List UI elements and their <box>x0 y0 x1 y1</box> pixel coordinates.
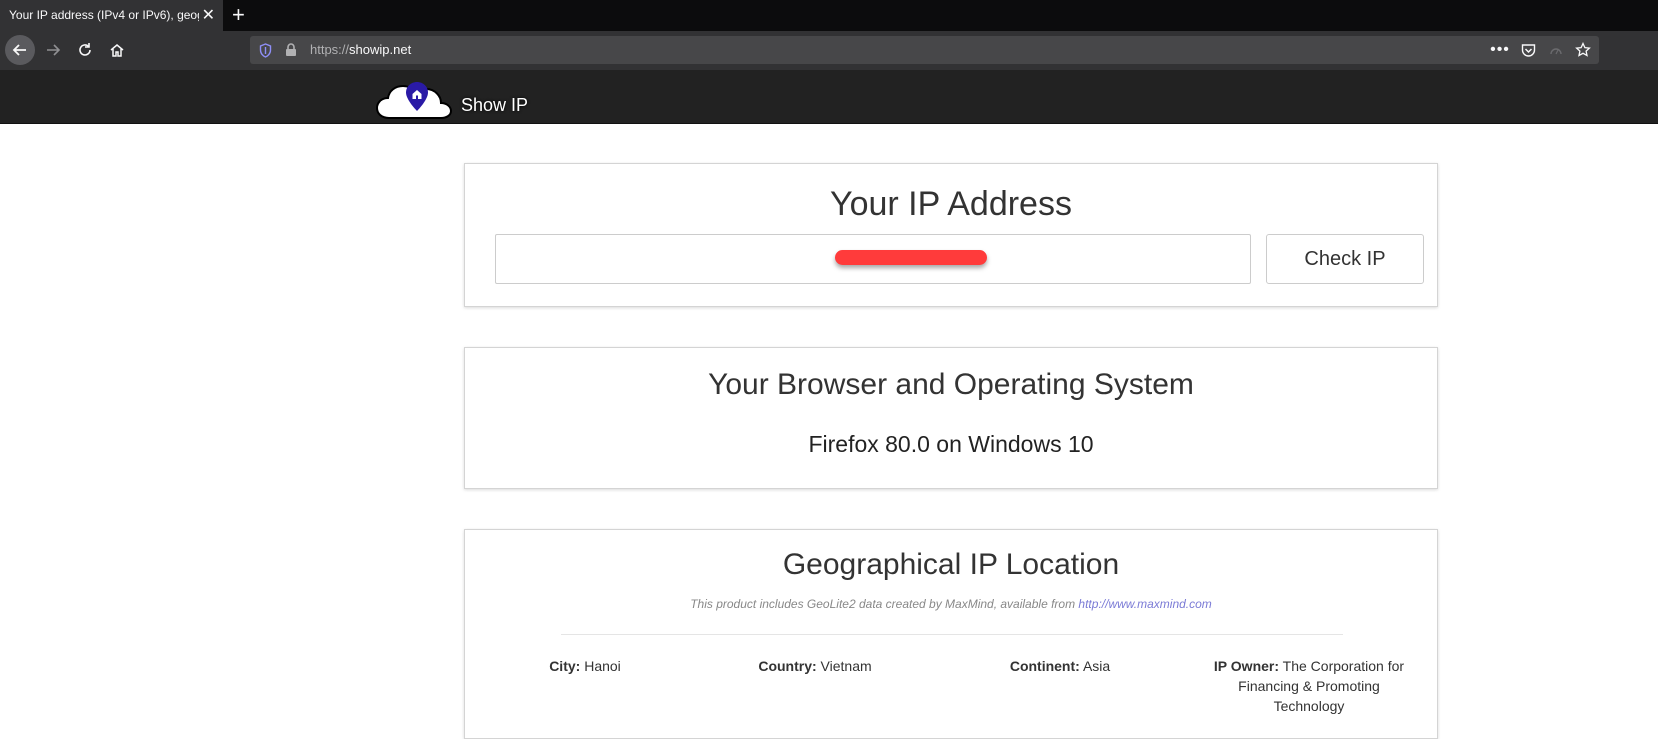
continent-label: Continent: <box>1009 658 1080 674</box>
plus-icon[interactable]: + <box>232 1 245 29</box>
lock-icon[interactable] <box>284 36 298 64</box>
ip-address-panel: Your IP Address Check IP <box>464 163 1438 307</box>
home-icon[interactable] <box>103 36 131 64</box>
close-icon[interactable]: ✕ <box>202 0 215 31</box>
city-label: City: <box>549 658 581 674</box>
country-label: Country: <box>758 658 817 674</box>
redaction-mark <box>835 250 987 265</box>
url-host: showip.net <box>349 42 412 57</box>
continent-value: Asia <box>1082 658 1111 674</box>
city-fact: City: Hanoi <box>515 656 655 676</box>
url-protocol: https:// <box>310 42 350 57</box>
shield-icon[interactable] <box>257 36 273 64</box>
ip-panel-title: Your IP Address <box>830 185 1072 223</box>
continent-fact: Continent: Asia <box>980 656 1140 676</box>
forward-icon[interactable] <box>39 36 67 64</box>
more-icon[interactable]: ••• <box>1490 36 1510 64</box>
pocket-icon[interactable] <box>1519 36 1537 64</box>
site-header: Show IP <box>0 70 1658 124</box>
url-text[interactable]: https://showip.net <box>310 36 411 64</box>
browser-panel-title: Your Browser and Operating System <box>708 368 1194 401</box>
browser-os-panel: Your Browser and Operating System Firefo… <box>464 347 1438 489</box>
city-value: Hanoi <box>584 658 621 674</box>
back-icon[interactable] <box>5 35 35 65</box>
geo-panel-title: Geographical IP Location <box>782 548 1120 581</box>
reload-icon[interactable] <box>71 36 99 64</box>
country-value: Vietnam <box>820 658 872 674</box>
navigation-toolbar: https://showip.net ••• <box>0 31 1658 70</box>
maxmind-link[interactable]: http://www.maxmind.com <box>1078 597 1211 611</box>
ip-address-field[interactable] <box>495 234 1251 284</box>
check-ip-button[interactable]: Check IP <box>1266 234 1424 284</box>
browser-os-value: Firefox 80.0 on Windows 10 <box>808 431 1094 457</box>
site-brand[interactable]: Show IP <box>461 95 528 116</box>
star-icon[interactable] <box>1574 36 1592 64</box>
tab-title: Your IP address (IPv4 or IPv6), geog <box>9 8 199 22</box>
credit-text: This product includes GeoLite2 data crea… <box>690 597 1076 611</box>
country-fact: Country: Vietnam <box>735 656 895 676</box>
reader-icon[interactable] <box>1548 36 1564 64</box>
browser-tab[interactable]: Your IP address (IPv4 or IPv6), geog ✕ <box>0 0 223 31</box>
ip-owner-fact: IP Owner: The Corporation for Financing … <box>1209 656 1409 716</box>
geo-location-panel: Geographical IP Location This product in… <box>464 529 1438 739</box>
tab-strip: Your IP address (IPv4 or IPv6), geog ✕ + <box>0 0 1658 31</box>
owner-label: IP Owner: <box>1213 658 1280 674</box>
geolite-credit: This product includes GeoLite2 data crea… <box>465 597 1437 611</box>
divider <box>561 634 1343 635</box>
cloud-location-logo[interactable] <box>375 76 455 122</box>
address-bar[interactable]: https://showip.net ••• <box>250 36 1599 64</box>
